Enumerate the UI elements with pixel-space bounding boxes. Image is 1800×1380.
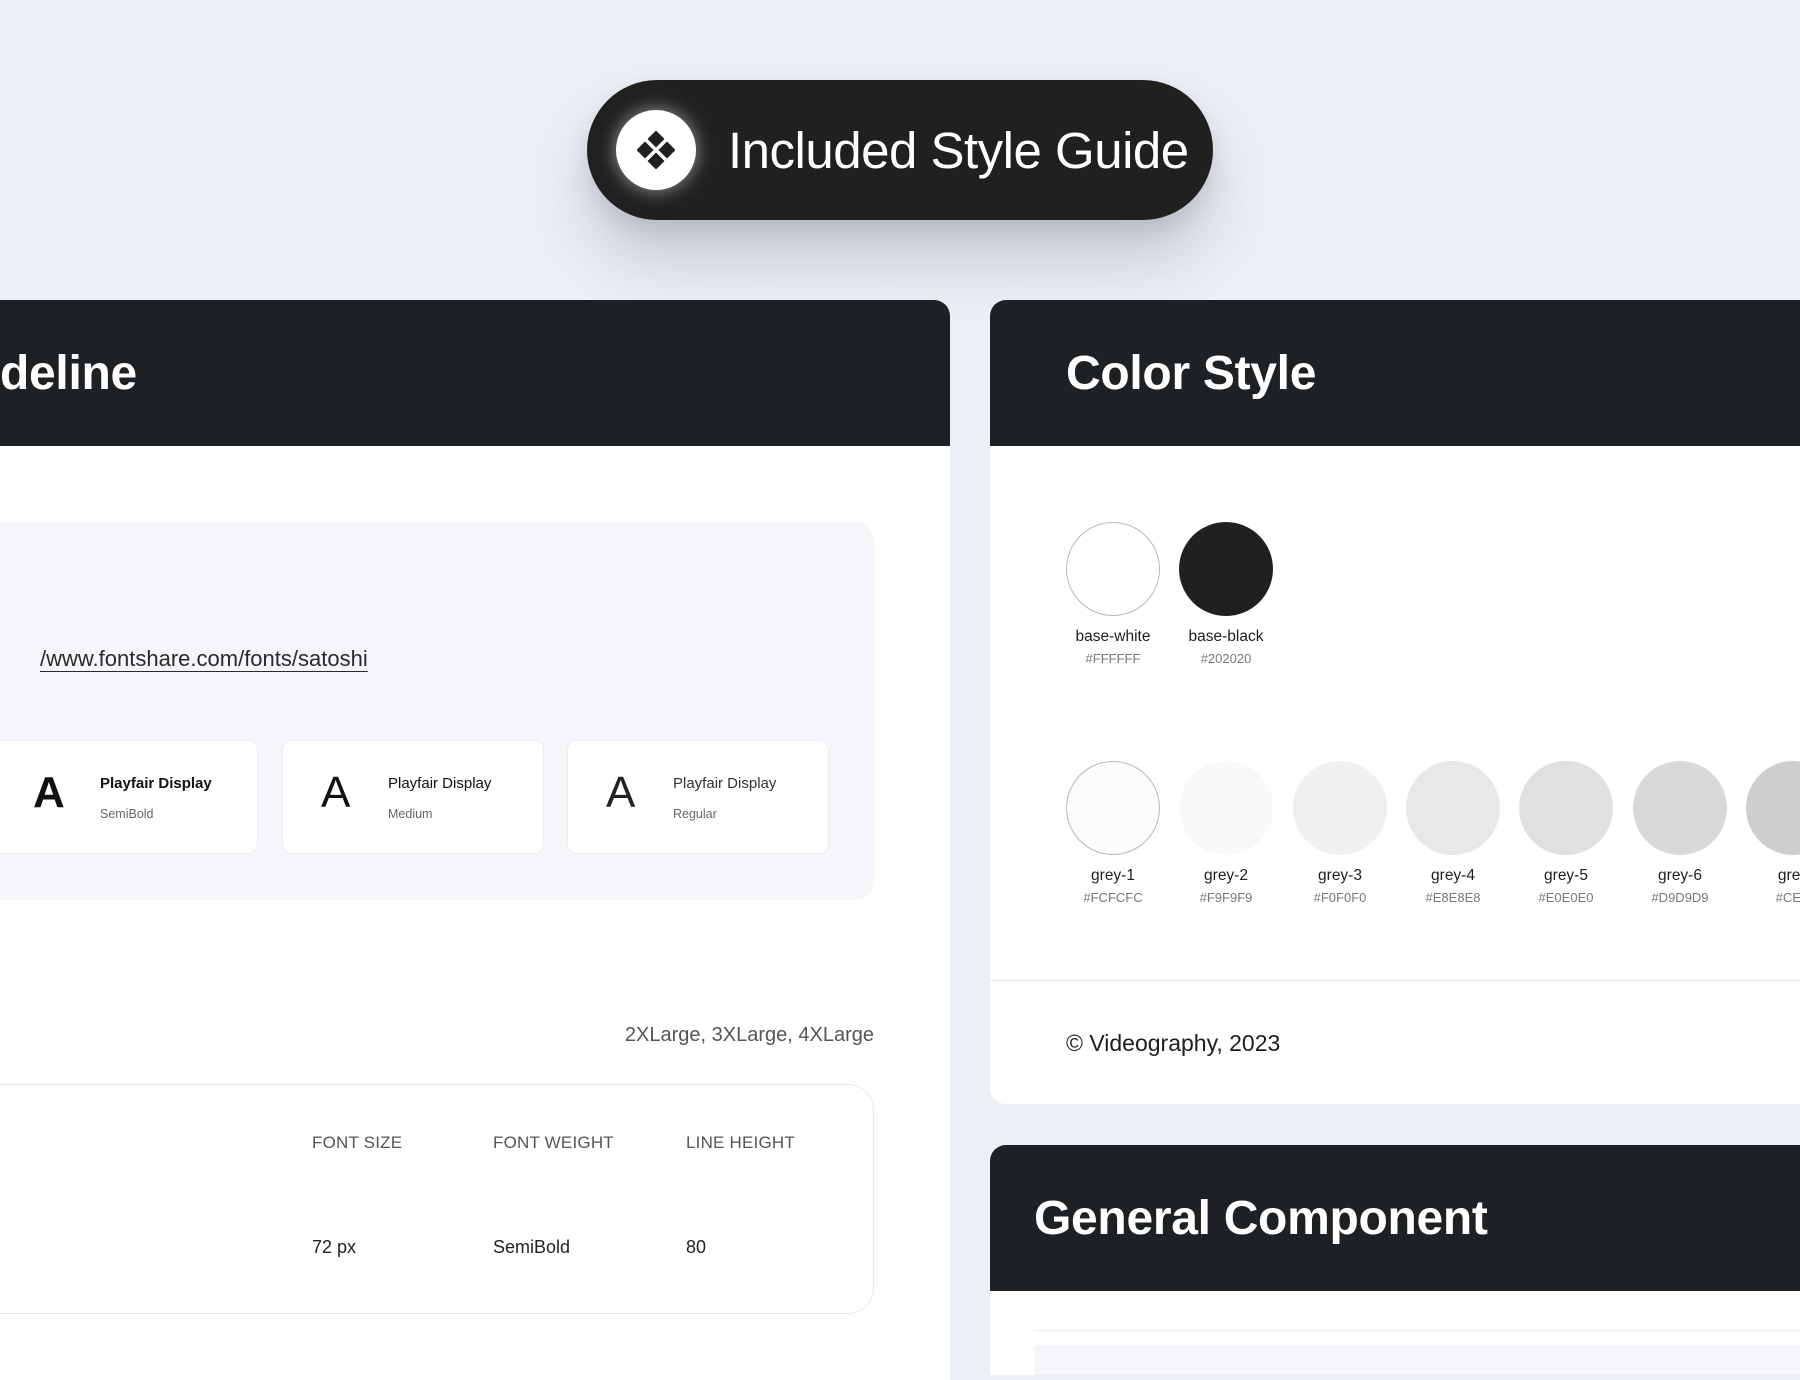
color-dot — [1179, 522, 1273, 616]
color-hex: #CEC — [1775, 890, 1800, 905]
font-link[interactable]: /www.fontshare.com/fonts/satoshi — [40, 646, 368, 672]
color-dot — [1746, 761, 1800, 855]
font-glyph: A — [33, 768, 65, 817]
footer-divider — [990, 980, 1800, 981]
color-hex: #D9D9D9 — [1651, 890, 1709, 905]
color-name: base-white — [1075, 628, 1151, 645]
font-family-name: Playfair Display — [100, 775, 212, 792]
color-hex: #F9F9F9 — [1199, 890, 1253, 905]
font-glyph: A — [606, 768, 636, 817]
font-card: A Playfair Display Regular — [567, 740, 829, 854]
color-dot — [1519, 761, 1613, 855]
color-swatch: grey #CEC — [1745, 761, 1800, 905]
table-header-font-size: FONT SIZE — [312, 1133, 403, 1152]
color-swatch: grey-6 #D9D9D9 — [1632, 761, 1728, 905]
table-cell-font-weight: SemiBold — [493, 1237, 571, 1257]
color-dot — [1179, 761, 1273, 855]
typography-title: deline — [0, 346, 137, 400]
color-hex: #E8E8E8 — [1425, 890, 1481, 905]
table-header-line-height: LINE HEIGHT — [686, 1133, 795, 1152]
component-divider — [1034, 1330, 1800, 1331]
component-preview-strip — [1034, 1345, 1800, 1375]
color-name: grey-4 — [1431, 867, 1475, 884]
table-cell-line-height: 80 — [686, 1237, 707, 1257]
font-glyph: A — [321, 768, 351, 817]
table-header-font-weight: FONT WEIGHT — [493, 1133, 614, 1152]
style-guide-badge: Included Style Guide — [587, 80, 1213, 220]
color-style-header: Color Style — [990, 300, 1800, 446]
color-name: grey-3 — [1318, 867, 1362, 884]
color-dot — [1406, 761, 1500, 855]
color-name: base-black — [1188, 628, 1264, 645]
color-name: grey-6 — [1658, 867, 1702, 884]
color-hex: #202020 — [1200, 651, 1252, 666]
color-hex: #FFFFFF — [1085, 651, 1141, 666]
color-dot — [1633, 761, 1727, 855]
general-component-title: General Component — [1034, 1191, 1488, 1245]
badge-title: Included Style Guide — [728, 121, 1189, 179]
color-hex: #F0F0F0 — [1313, 890, 1367, 905]
color-swatch: base-white #FFFFFF — [1065, 522, 1161, 666]
font-card: A Playfair Display Medium — [282, 740, 544, 854]
color-name: grey-2 — [1204, 867, 1248, 884]
color-dot — [1066, 761, 1160, 855]
general-component-header: General Component — [990, 1145, 1800, 1291]
copyright-text: © Videography, 2023 — [1066, 1030, 1281, 1056]
color-dot — [1066, 522, 1160, 616]
font-weight-name: Medium — [388, 807, 433, 821]
color-swatch: grey-2 #F9F9F9 — [1178, 761, 1274, 905]
general-component-panel: General Component — [990, 1145, 1800, 1375]
color-swatch: grey-1 #FCFCFC — [1065, 761, 1161, 905]
typography-panel: deline /www.fontshare.com/fonts/satoshi … — [0, 300, 950, 1380]
color-hex: #FCFCFC — [1083, 890, 1143, 905]
color-hex: #E0E0E0 — [1538, 890, 1594, 905]
font-weight-name: Regular — [673, 807, 717, 821]
color-swatch: base-black #202020 — [1178, 522, 1274, 666]
color-swatch: grey-5 #E0E0E0 — [1518, 761, 1614, 905]
type-spec-table: FONT SIZE FONT WEIGHT LINE HEIGHT 72 px … — [0, 1084, 874, 1314]
color-style-panel: Color Style base-white #FFFFFF base-blac… — [990, 300, 1800, 1104]
color-swatch: grey-3 #F0F0F0 — [1292, 761, 1388, 905]
color-name: grey-1 — [1091, 867, 1135, 884]
color-swatch: grey-4 #E8E8E8 — [1405, 761, 1501, 905]
sizes-note: 2XLarge, 3XLarge, 4XLarge — [624, 1024, 874, 1046]
color-name: grey — [1777, 867, 1800, 884]
font-family-name: Playfair Display — [388, 775, 492, 792]
font-weight-name: SemiBold — [100, 807, 154, 821]
diamond-grid-icon — [616, 110, 696, 190]
color-dot — [1293, 761, 1387, 855]
font-card: A Playfair Display SemiBold — [0, 740, 258, 854]
color-name: grey-5 — [1544, 867, 1588, 884]
table-cell-font-size: 72 px — [312, 1237, 357, 1257]
color-style-title: Color Style — [1066, 346, 1317, 400]
font-family-name: Playfair Display — [673, 775, 777, 792]
typography-header: deline — [0, 300, 950, 446]
